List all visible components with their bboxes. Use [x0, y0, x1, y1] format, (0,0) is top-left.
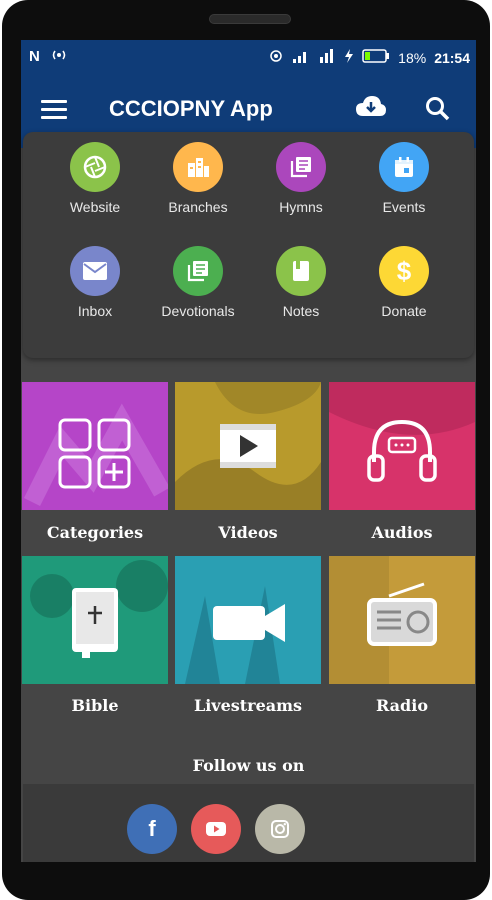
city-icon	[173, 142, 223, 192]
shortcut-label: Inbox	[77, 303, 113, 319]
tile-categories[interactable]	[22, 382, 168, 510]
tile-label: Categories	[46, 523, 144, 542]
headphones-icon	[329, 382, 475, 482]
shortcut-devotionals[interactable]: Devotionals	[148, 246, 248, 319]
shortcut-donate[interactable]: $ Donate	[354, 246, 454, 319]
instagram-icon[interactable]	[255, 804, 305, 854]
mobile-data-icon	[318, 49, 336, 66]
aperture-icon	[70, 142, 120, 192]
shortcut-inbox[interactable]: Inbox	[45, 246, 145, 319]
facebook-icon[interactable]: f	[127, 804, 177, 854]
grid-plus-icon	[22, 382, 168, 510]
charging-icon	[344, 49, 354, 66]
tile-label: Bible	[71, 696, 119, 715]
shortcut-label: Donate	[381, 303, 427, 319]
n-notification-icon: N	[29, 48, 40, 65]
dollar-icon: $	[379, 246, 429, 296]
hotspot-icon	[268, 48, 284, 67]
facebook-glyph: f	[148, 816, 156, 841]
shortcut-hymns[interactable]: Hymns	[251, 142, 351, 215]
shortcut-label: Website	[69, 199, 121, 215]
app-screen: N 18% 21:54 CCCIOPNY App Website Branche…	[21, 40, 476, 862]
video-player-icon	[175, 382, 321, 510]
signal-bars-icon	[292, 49, 310, 66]
tile-livestreams[interactable]	[175, 556, 321, 684]
speaker-grille	[209, 14, 291, 24]
phone-frame: N 18% 21:54 CCCIOPNY App Website Branche…	[2, 0, 490, 900]
menu-icon[interactable]	[41, 100, 67, 120]
shortcut-website[interactable]: Website	[45, 142, 145, 215]
bible-icon	[30, 560, 168, 658]
social-card: f	[23, 784, 474, 862]
tile-label: Radio	[376, 696, 428, 715]
app-title: CCCIOPNY App	[109, 96, 273, 121]
shortcut-label: Branches	[168, 199, 228, 215]
tile-bible[interactable]	[22, 556, 168, 684]
tile-label: Videos	[218, 523, 278, 542]
radio-icon	[329, 556, 437, 684]
shortcut-events[interactable]: Events	[354, 142, 454, 215]
battery-icon	[362, 49, 390, 66]
shortcut-label: Hymns	[279, 199, 323, 215]
calendar-icon	[379, 142, 429, 192]
shortcut-card: Website Branches Hymns Events Inbox Devo…	[23, 132, 474, 358]
shortcut-label: Devotionals	[161, 303, 235, 319]
shortcut-notes[interactable]: Notes	[251, 246, 351, 319]
battery-percent: 18%	[398, 49, 427, 66]
mail-icon	[70, 246, 120, 296]
video-camera-icon	[185, 586, 285, 684]
tile-label: Livestreams	[193, 696, 303, 715]
notes-list-icon	[173, 246, 223, 296]
tile-audios[interactable]	[329, 382, 475, 510]
cloud-download-icon[interactable]	[355, 94, 387, 125]
youtube-icon[interactable]	[191, 804, 241, 854]
status-bar: N 18% 21:54	[21, 40, 476, 72]
tile-radio[interactable]	[329, 556, 475, 684]
shortcut-label: Events	[382, 199, 426, 215]
tile-label: Audios	[371, 523, 433, 542]
shortcut-branches[interactable]: Branches	[148, 142, 248, 215]
search-icon[interactable]	[425, 96, 451, 127]
shortcut-label: Notes	[282, 303, 320, 319]
tile-videos[interactable]	[175, 382, 321, 510]
radio-signal-icon	[50, 48, 68, 65]
clock: 21:54	[434, 49, 470, 66]
library-books-icon	[276, 142, 326, 192]
follow-heading: Follow us on	[192, 756, 305, 775]
book-icon	[276, 246, 326, 296]
